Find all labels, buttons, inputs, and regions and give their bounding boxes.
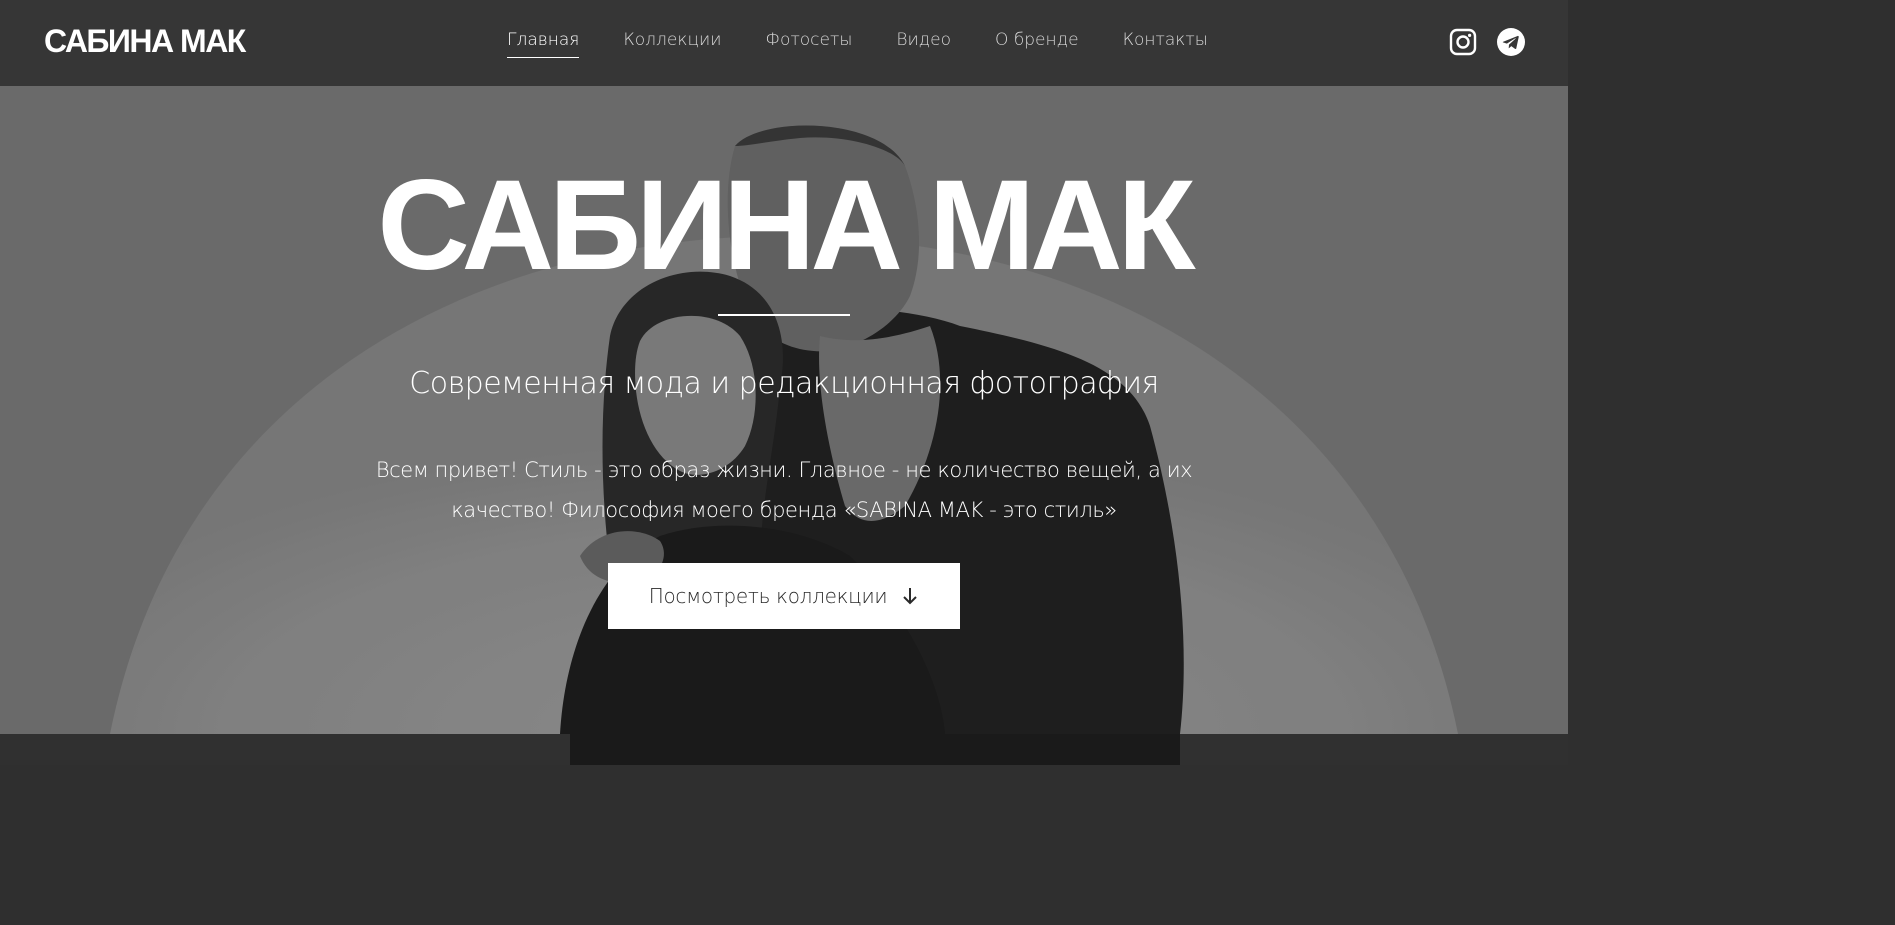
arrow-down-icon — [903, 588, 917, 605]
instagram-icon — [1449, 28, 1477, 56]
hero-divider — [718, 314, 850, 316]
site-logo[interactable]: САБИНА МАК — [44, 22, 246, 60]
nav-item-collections[interactable]: Коллекции — [623, 28, 721, 58]
telegram-icon — [1497, 28, 1525, 56]
nav-item-video[interactable]: Видео — [896, 28, 951, 58]
hero-section: САБИНА МАК Современная мода и редакционн… — [0, 86, 1568, 734]
hero-intro-text: Всем привет! Стиль - это образ жизни. Гл… — [375, 458, 1193, 522]
social-links — [1448, 27, 1526, 57]
site-header: САБИНА МАК Главная Коллекции Фотосеты Ви… — [0, 0, 1568, 86]
next-section-photo-strip — [0, 734, 1568, 765]
nav-item-home[interactable]: Главная — [507, 28, 580, 58]
main-nav: Главная Коллекции Фотосеты Видео О бренд… — [507, 28, 1252, 58]
next-section-peek — [0, 734, 1568, 765]
hero-subtitle: Современная мода и редакционная фотограф… — [409, 366, 1159, 401]
instagram-link[interactable] — [1448, 27, 1478, 57]
nav-item-photosets[interactable]: Фотосеты — [765, 28, 852, 58]
view-collections-button-label: Посмотреть коллекции — [648, 584, 888, 608]
hero-title: САБИНА МАК — [377, 154, 1195, 297]
telegram-link[interactable] — [1496, 27, 1526, 57]
view-collections-button[interactable]: Посмотреть коллекции — [608, 563, 960, 629]
nav-item-about[interactable]: О бренде — [995, 28, 1079, 58]
nav-item-contacts[interactable]: Контакты — [1123, 28, 1208, 58]
